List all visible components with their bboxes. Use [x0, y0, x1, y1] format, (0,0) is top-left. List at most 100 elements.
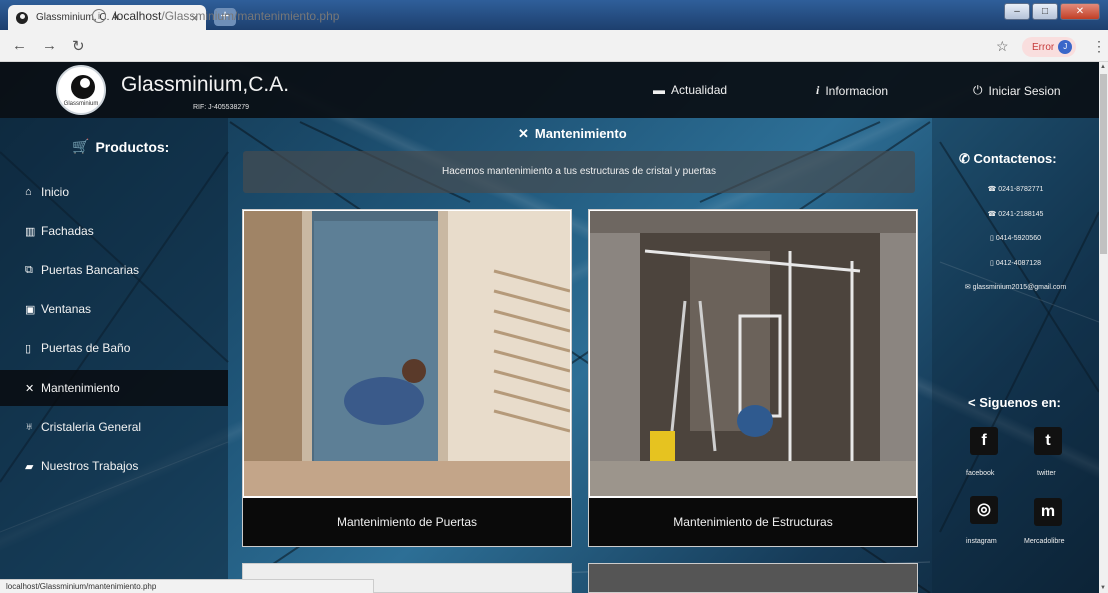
- building-icon: ▥: [25, 225, 36, 238]
- menu-kebab-icon[interactable]: ⋮: [1092, 38, 1106, 55]
- contact-phone-number: 0412-4087128: [995, 260, 1041, 267]
- status-bar-url: localhost/Glassminium/mantenimiento.php: [0, 579, 374, 593]
- contact-phone[interactable]: ☎ 0241-2188145: [932, 210, 1099, 218]
- facebook-label[interactable]: facebook: [966, 470, 994, 477]
- nav-informacion[interactable]: i Informacion: [816, 83, 888, 98]
- sidebar-item-inicio[interactable]: ⌂ Inicio: [0, 174, 228, 210]
- url-path: /Glassminium/mantenimiento.php: [161, 9, 340, 23]
- cart-icon: 🛒: [72, 138, 90, 154]
- contact-phone[interactable]: ☎ 0241-8782771: [932, 185, 1099, 193]
- door-maintenance-photo: [244, 211, 570, 496]
- url-field[interactable]: i localhost /Glassminium/mantenimiento.p…: [92, 5, 982, 27]
- address-bar: ← → ↻: [0, 30, 1108, 62]
- url-host: localhost: [114, 9, 162, 23]
- section-title-label: Mantenimiento: [534, 126, 627, 141]
- web-page: Glassminium Glassminium,C.A. RIF: J-4055…: [0, 62, 1099, 593]
- bookmark-star-icon[interactable]: ☆: [996, 38, 1009, 55]
- home-icon: ⌂: [25, 186, 32, 198]
- instagram-label[interactable]: instagram: [966, 538, 997, 545]
- minimize-button[interactable]: –: [1004, 3, 1030, 20]
- briefcase-icon: ▰: [25, 460, 34, 473]
- contact-email[interactable]: ✉ glassminium2015@gmail.com: [932, 283, 1099, 291]
- sidebar-item-label: Puertas Bancarias: [41, 263, 140, 277]
- window-icon: ▣: [25, 303, 36, 316]
- service-card-puertas[interactable]: Mantenimiento de Puertas: [242, 209, 572, 547]
- sidebar-item-ventanas[interactable]: ▣ Ventanas: [0, 291, 228, 327]
- sidebar-item-label: Cristaleria General: [41, 420, 142, 434]
- contact-mobile[interactable]: ▯ 0412-4087128: [932, 259, 1099, 267]
- power-icon: ⏻: [973, 83, 983, 97]
- mercadolibre-icon[interactable]: m: [1034, 498, 1062, 526]
- back-arrow-icon[interactable]: ←: [12, 37, 30, 54]
- nav-label: Actualidad: [671, 83, 728, 97]
- mobile-icon: ▯: [990, 260, 994, 267]
- avatar: J: [1058, 40, 1073, 54]
- window-controls: – □ ✕: [1004, 3, 1100, 20]
- tools-icon: ✕: [518, 126, 529, 141]
- contact-mobile[interactable]: ▯ 0414-5920560: [932, 234, 1099, 242]
- social-title: < Siguenos en:: [968, 395, 1061, 410]
- nav-iniciar-sesion[interactable]: ⏻ Iniciar Sesion: [973, 83, 1061, 98]
- service-card-partial[interactable]: [588, 563, 918, 593]
- site-info-icon[interactable]: i: [92, 9, 106, 23]
- nav-actualidad[interactable]: ▬ Actualidad: [653, 83, 727, 97]
- sidebar-item-puertas-bancarias[interactable]: ⧉ Puertas Bancarias: [0, 252, 228, 288]
- profile-error-button[interactable]: Error J: [1022, 37, 1077, 57]
- info-icon: i: [816, 83, 820, 97]
- sidebar-title: 🛒 Productos:: [72, 138, 169, 155]
- doors-icon: ⧉: [25, 263, 33, 276]
- favicon-icon: [16, 11, 28, 24]
- twitter-label[interactable]: twitter: [1037, 470, 1056, 477]
- forward-arrow-icon[interactable]: →: [42, 37, 60, 54]
- social-title-label: Siguenos en:: [979, 395, 1061, 410]
- page-scrollbar[interactable]: ▲ ▼: [1099, 62, 1108, 593]
- tools-icon: ✕: [25, 382, 35, 395]
- card-caption[interactable]: Mantenimiento de Puertas: [243, 498, 571, 546]
- card-caption[interactable]: Mantenimiento de Estructuras: [589, 498, 917, 546]
- reload-icon[interactable]: ↻: [72, 37, 90, 55]
- site-header: Glassminium Glassminium,C.A. RIF: J-4055…: [0, 62, 1099, 118]
- phone-icon: ☎: [987, 186, 997, 193]
- sidebar-item-cristaleria-general[interactable]: ♅ Cristaleria General: [0, 409, 228, 445]
- sidebar-item-nuestros-trabajos[interactable]: ▰ Nuestros Trabajos: [0, 448, 228, 484]
- twitter-icon[interactable]: t: [1034, 427, 1062, 455]
- service-card-estructuras[interactable]: Mantenimiento de Estructuras: [588, 209, 918, 547]
- section-title: ✕ Mantenimiento: [518, 126, 627, 142]
- instagram-icon[interactable]: ◎: [970, 496, 998, 524]
- contact-email-address: glassminium2015@gmail.com: [972, 284, 1067, 291]
- browser-window: Glassminium, C. A. × + – □ ✕ ← → ↻ i loc…: [0, 0, 1108, 593]
- scrollbar-thumb[interactable]: [1100, 74, 1107, 254]
- contact-title: ✆ Contactenos:: [959, 151, 1057, 167]
- calendar-icon: ▬: [653, 83, 665, 97]
- mercadolibre-label[interactable]: Mercadolibre: [1024, 538, 1064, 545]
- close-window-button[interactable]: ✕: [1060, 3, 1100, 20]
- sidebar-item-fachadas[interactable]: ▥ Fachadas: [0, 213, 228, 249]
- email-icon: ✉: [964, 284, 971, 291]
- sidebar-item-label: Nuestros Trabajos: [41, 459, 139, 473]
- share-icon: <: [968, 395, 976, 410]
- nav-label: Informacion: [825, 83, 889, 98]
- scroll-up-icon[interactable]: ▲: [1100, 64, 1106, 70]
- site-logo[interactable]: Glassminium: [56, 65, 106, 115]
- sidebar-item-label: Ventanas: [41, 302, 92, 316]
- phone-icon: ✆: [959, 151, 970, 166]
- nav-label: Iniciar Sesion: [988, 83, 1061, 98]
- sidebar-item-puertas-de-bano[interactable]: ▯ Puertas de Baño: [0, 330, 228, 366]
- structure-maintenance-photo: [590, 211, 916, 496]
- brand-name[interactable]: Glassminium,C.A.: [121, 73, 289, 97]
- logo-mark-icon: [71, 75, 95, 99]
- phone-icon: ☎: [987, 211, 997, 218]
- glasses-icon: ♅: [25, 421, 34, 433]
- sidebar-title-label: Productos:: [95, 138, 170, 155]
- contact-phone-number: 0241-2188145: [998, 211, 1044, 218]
- products-sidebar: 🛒 Productos: ⌂ Inicio ▥ Fachadas ⧉ Puertas …: [0, 118, 228, 593]
- sidebar-item-label: Mantenimiento: [41, 381, 120, 395]
- sidebar-item-mantenimiento[interactable]: ✕ Mantenimiento: [0, 370, 228, 406]
- sidebar-item-label: Inicio: [41, 185, 70, 199]
- scroll-down-icon[interactable]: ▼: [1100, 585, 1106, 591]
- contact-phone-number: 0414-5920560: [995, 235, 1041, 242]
- sidebar-item-label: Puertas de Baño: [41, 341, 131, 355]
- maximize-button[interactable]: □: [1032, 3, 1058, 20]
- facebook-icon[interactable]: f: [970, 427, 998, 455]
- error-label: Error: [1032, 41, 1055, 53]
